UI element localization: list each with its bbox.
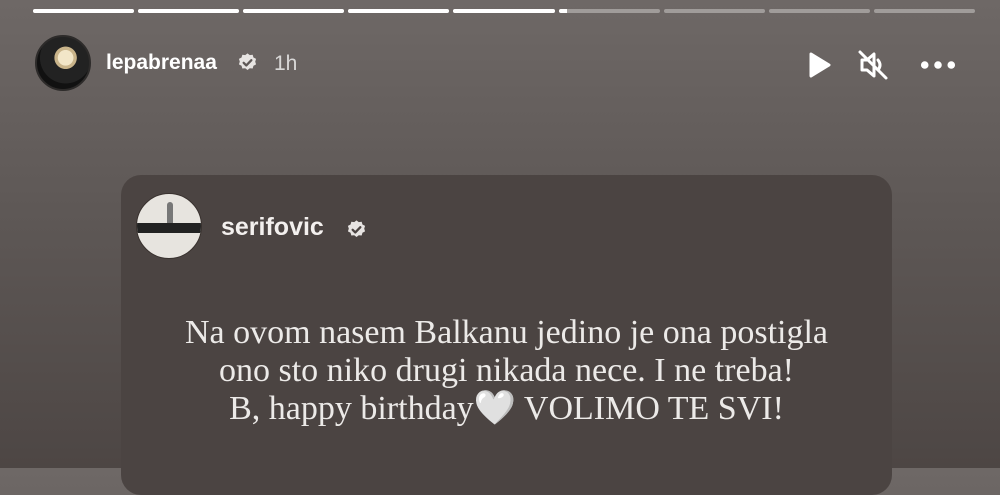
shared-post-username[interactable]: serifovic	[221, 213, 324, 242]
text-line: B, happy birthday🤍 VOLIMO TE SVI!	[229, 390, 784, 427]
progress-segment	[453, 9, 555, 13]
shared-post-avatar[interactable]	[136, 193, 202, 259]
profile-avatar[interactable]	[35, 35, 91, 91]
progress-segment	[33, 9, 135, 13]
text-line: ono sto niko drugi nikada nece. I ne tre…	[219, 352, 794, 389]
more-options-button[interactable]	[920, 47, 956, 83]
shared-post-text: Na ovom nasem Balkanu jedino je ona post…	[121, 314, 892, 428]
muted-speaker-icon	[858, 50, 888, 80]
verified-badge-icon	[347, 220, 366, 237]
play-icon	[809, 52, 831, 78]
story-timestamp: 1h	[274, 52, 298, 75]
progress-segment	[873, 9, 975, 13]
story-username[interactable]: lepabrenaa	[106, 51, 217, 75]
progress-segment	[243, 9, 345, 13]
more-options-icon	[920, 61, 956, 69]
story-progress-bar	[33, 9, 975, 13]
progress-segment	[348, 9, 450, 13]
progress-segment	[558, 9, 660, 13]
progress-segment	[768, 9, 870, 13]
text-line: Na ovom nasem Balkanu jedino je ona post…	[184, 314, 829, 351]
progress-segment	[138, 9, 240, 13]
play-button[interactable]	[801, 47, 837, 83]
mute-button[interactable]	[855, 47, 891, 83]
verified-badge-icon	[238, 53, 257, 70]
progress-segment	[663, 9, 765, 13]
